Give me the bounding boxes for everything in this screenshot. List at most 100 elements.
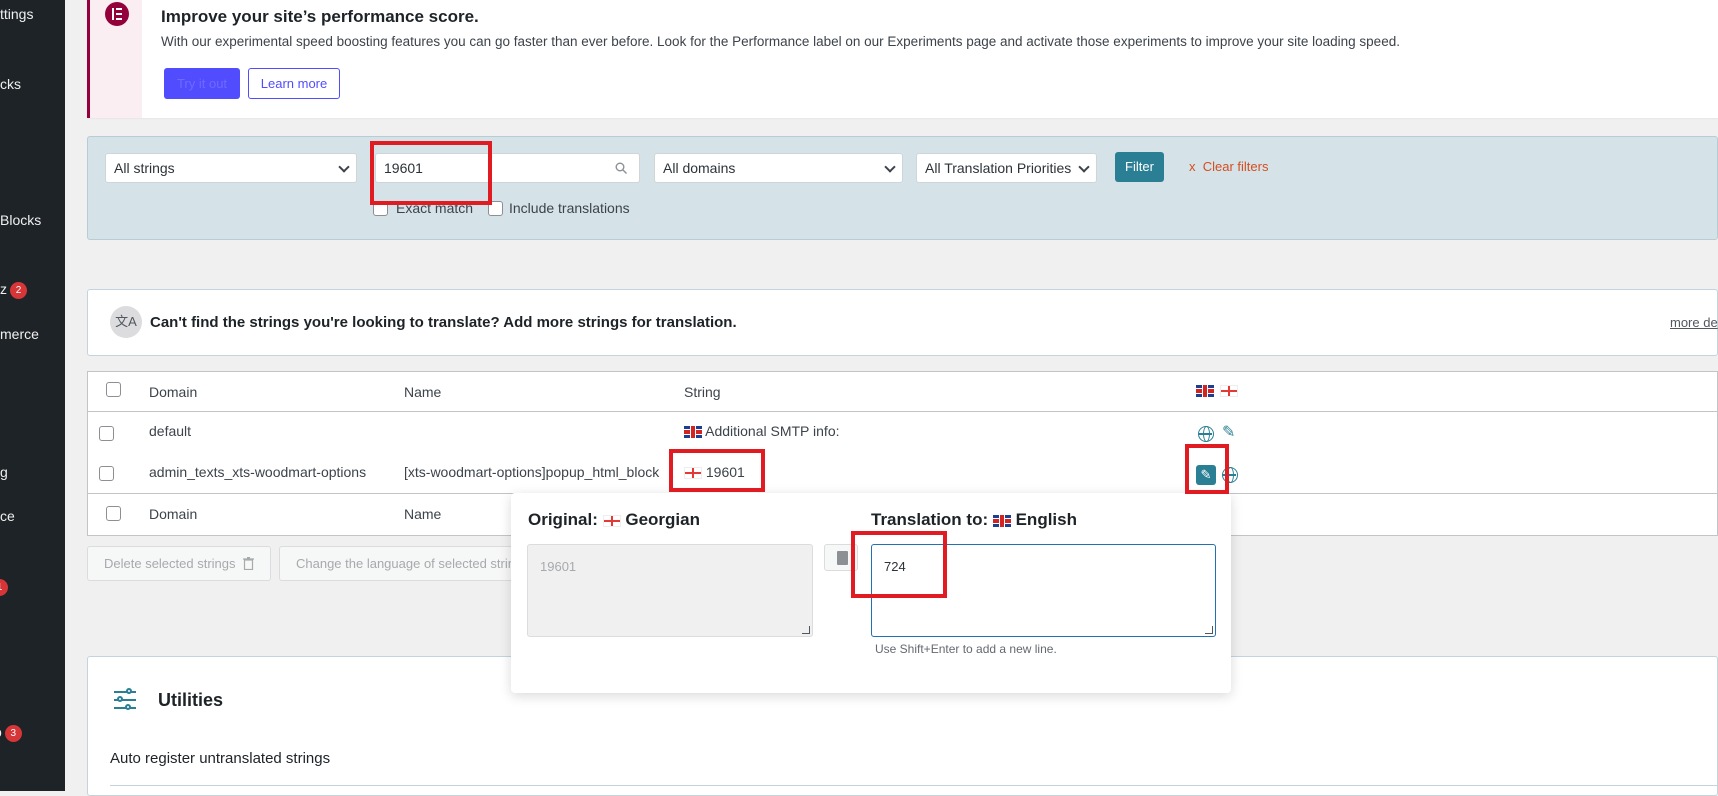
change-language-label: Change the language of selected strin xyxy=(296,556,515,571)
translation-label-text: Translation to: xyxy=(871,510,989,529)
change-language-button[interactable]: Change the language of selected strin xyxy=(279,546,517,581)
admin-sidebar: ttings cks Blocks z2 merce g ce 1 o3 xyxy=(0,0,65,791)
select-value: All strings xyxy=(114,160,175,176)
globe-icon[interactable] xyxy=(1222,467,1238,483)
column-header-domain[interactable]: Domain xyxy=(149,384,197,400)
more-details-link[interactable]: more de xyxy=(1670,315,1718,330)
resize-handle[interactable] xyxy=(1205,626,1213,634)
add-strings-notice: 文A Can't find the strings you're looking… xyxy=(87,289,1718,356)
column-header-string[interactable]: String xyxy=(684,384,721,400)
delete-selected-button[interactable]: Delete selected strings xyxy=(87,546,271,581)
resize-handle[interactable] xyxy=(802,626,810,634)
sidebar-item-label: g xyxy=(0,464,8,480)
filter-button[interactable]: Filter xyxy=(1115,152,1164,182)
sidebar-item-label: z xyxy=(0,281,7,297)
sidebar-item-g[interactable]: g xyxy=(0,464,8,480)
domains-select[interactable]: All domains xyxy=(654,153,903,183)
sidebar-item-label: ttings xyxy=(0,6,34,22)
select-all-checkbox[interactable] xyxy=(106,382,121,397)
column-footer-name[interactable]: Name xyxy=(404,506,441,522)
row-checkbox[interactable] xyxy=(99,466,114,481)
sidebar-item-settings[interactable]: ttings xyxy=(0,6,33,22)
string-filters: All strings 19601 All domains All Transl… xyxy=(87,136,1718,240)
copy-icon xyxy=(837,551,848,565)
notice-title: Improve your site’s performance score. xyxy=(161,7,479,26)
edit-translation-button[interactable]: ✎ xyxy=(1196,465,1216,485)
include-translations-label: Include translations xyxy=(509,200,630,216)
strings-select[interactable]: All strings xyxy=(105,153,357,183)
search-icon xyxy=(615,162,627,174)
row-checkbox[interactable] xyxy=(99,426,114,441)
original-textarea: 19601 xyxy=(527,544,813,637)
try-it-out-button[interactable]: Try it out xyxy=(164,68,240,99)
english-flag-icon xyxy=(1196,385,1214,397)
chevron-down-icon xyxy=(338,161,350,173)
row-string: Additional SMTP info: xyxy=(684,423,840,439)
clear-x-icon: x xyxy=(1189,159,1196,174)
notice-icon-area xyxy=(90,0,142,118)
sidebar-item-blocks[interactable]: cks xyxy=(0,76,21,92)
exact-match-checkbox[interactable] xyxy=(373,201,388,216)
select-all-checkbox-footer[interactable] xyxy=(106,506,121,521)
georgian-flag-icon xyxy=(1220,385,1238,397)
auto-register-label[interactable]: Auto register untranslated strings xyxy=(110,750,330,767)
translation-editor-popup: Original: Georgian Translation to: Engli… xyxy=(511,493,1231,693)
original-language: Georgian xyxy=(625,510,700,529)
sidebar-item-label: cks xyxy=(0,76,21,92)
search-value: 19601 xyxy=(384,160,423,176)
row-name: [xts-woodmart-options]popup_html_block xyxy=(404,464,660,480)
add-strings-text: Can't find the strings you're looking to… xyxy=(150,314,737,331)
chevron-down-icon xyxy=(1078,161,1090,173)
translation-language: English xyxy=(1015,510,1077,529)
translate-icon: 文A xyxy=(110,306,142,338)
search-input[interactable]: 19601 xyxy=(375,153,640,183)
utilities-title: Utilities xyxy=(158,690,224,710)
row-string: 19601 xyxy=(684,464,745,480)
copy-original-button[interactable] xyxy=(824,544,858,571)
sidebar-item-label: ce xyxy=(0,508,15,524)
sidebar-item-badge-1[interactable]: 1 xyxy=(0,578,8,596)
georgian-flag-icon xyxy=(602,514,621,527)
sidebar-item-ce[interactable]: ce xyxy=(0,508,15,524)
notification-badge: 1 xyxy=(0,578,8,596)
sidebar-item-woocommerce[interactable]: merce xyxy=(0,326,39,342)
translation-textarea[interactable]: 724 xyxy=(871,544,1216,637)
sliders-icon xyxy=(112,687,140,715)
notice-text: With our experimental speed boosting fea… xyxy=(161,34,1400,49)
sidebar-item-z[interactable]: z2 xyxy=(0,281,27,299)
select-value: All domains xyxy=(663,160,736,176)
delete-selected-label: Delete selected strings xyxy=(104,556,236,571)
include-translations-checkbox[interactable] xyxy=(488,201,503,216)
table-row: admin_texts_xts-woodmart-options [xts-wo… xyxy=(88,452,1718,494)
row-domain: default xyxy=(149,423,192,439)
sidebar-item-label: Blocks xyxy=(0,212,42,228)
notification-badge: 2 xyxy=(10,281,27,299)
priorities-select[interactable]: All Translation Priorities xyxy=(916,153,1097,183)
original-label: Original: Georgian xyxy=(528,510,700,530)
shift-enter-hint: Use Shift+Enter to add a new line. xyxy=(875,642,1057,656)
translation-label: Translation to: English xyxy=(871,510,1077,530)
translation-value: 724 xyxy=(884,559,906,574)
divider xyxy=(110,785,1718,786)
elementor-logo-icon xyxy=(105,2,129,26)
column-footer-domain[interactable]: Domain xyxy=(149,506,197,522)
georgian-flag-icon xyxy=(684,467,702,480)
pencil-icon[interactable]: ✎ xyxy=(1222,425,1235,441)
learn-more-button[interactable]: Learn more xyxy=(248,68,340,99)
sidebar-item-html-blocks[interactable]: Blocks xyxy=(0,212,41,228)
chevron-down-icon xyxy=(884,161,896,173)
sidebar-item-label: merce xyxy=(0,326,39,342)
trash-icon xyxy=(243,557,254,570)
performance-notice: Improve your site’s performance score. W… xyxy=(87,0,1718,118)
clear-filters-link[interactable]: x Clear filters xyxy=(1189,159,1268,174)
table-row: default Additional SMTP info: ✎ xyxy=(88,412,1718,452)
exact-match-label: Exact match xyxy=(396,200,474,216)
original-value: 19601 xyxy=(540,559,577,574)
column-header-name[interactable]: Name xyxy=(404,384,441,400)
table-header: Domain Name String xyxy=(88,372,1718,412)
row-domain: admin_texts_xts-woodmart-options xyxy=(149,464,367,480)
globe-icon[interactable] xyxy=(1198,426,1214,442)
row-string-text: 19601 xyxy=(705,464,745,480)
sidebar-item-o[interactable]: o3 xyxy=(0,724,22,742)
clear-filters-label: Clear filters xyxy=(1202,159,1269,174)
